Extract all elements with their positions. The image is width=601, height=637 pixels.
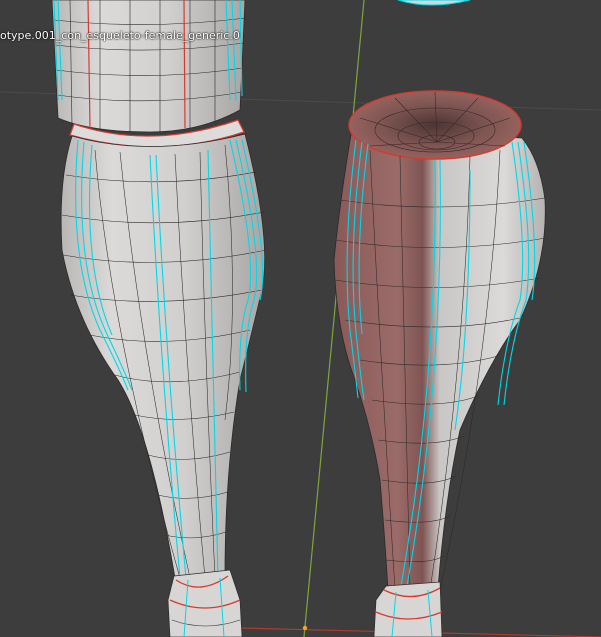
lower-leg-left[interactable] xyxy=(60,133,267,579)
lower-leg-right[interactable] xyxy=(333,90,547,593)
ankle-left[interactable] xyxy=(167,569,243,637)
3d-viewport[interactable]: otype.001_con_esqueleto-female_generic.0 xyxy=(0,0,601,637)
active-object-name: otype.001_con_esqueleto-female_generic.0 xyxy=(0,29,240,42)
viewport-canvas[interactable] xyxy=(0,0,601,637)
ankle-right[interactable] xyxy=(373,581,443,637)
origin-marker xyxy=(302,625,308,631)
partial-object-top[interactable] xyxy=(397,0,471,6)
upper-leg-left[interactable] xyxy=(51,0,247,148)
